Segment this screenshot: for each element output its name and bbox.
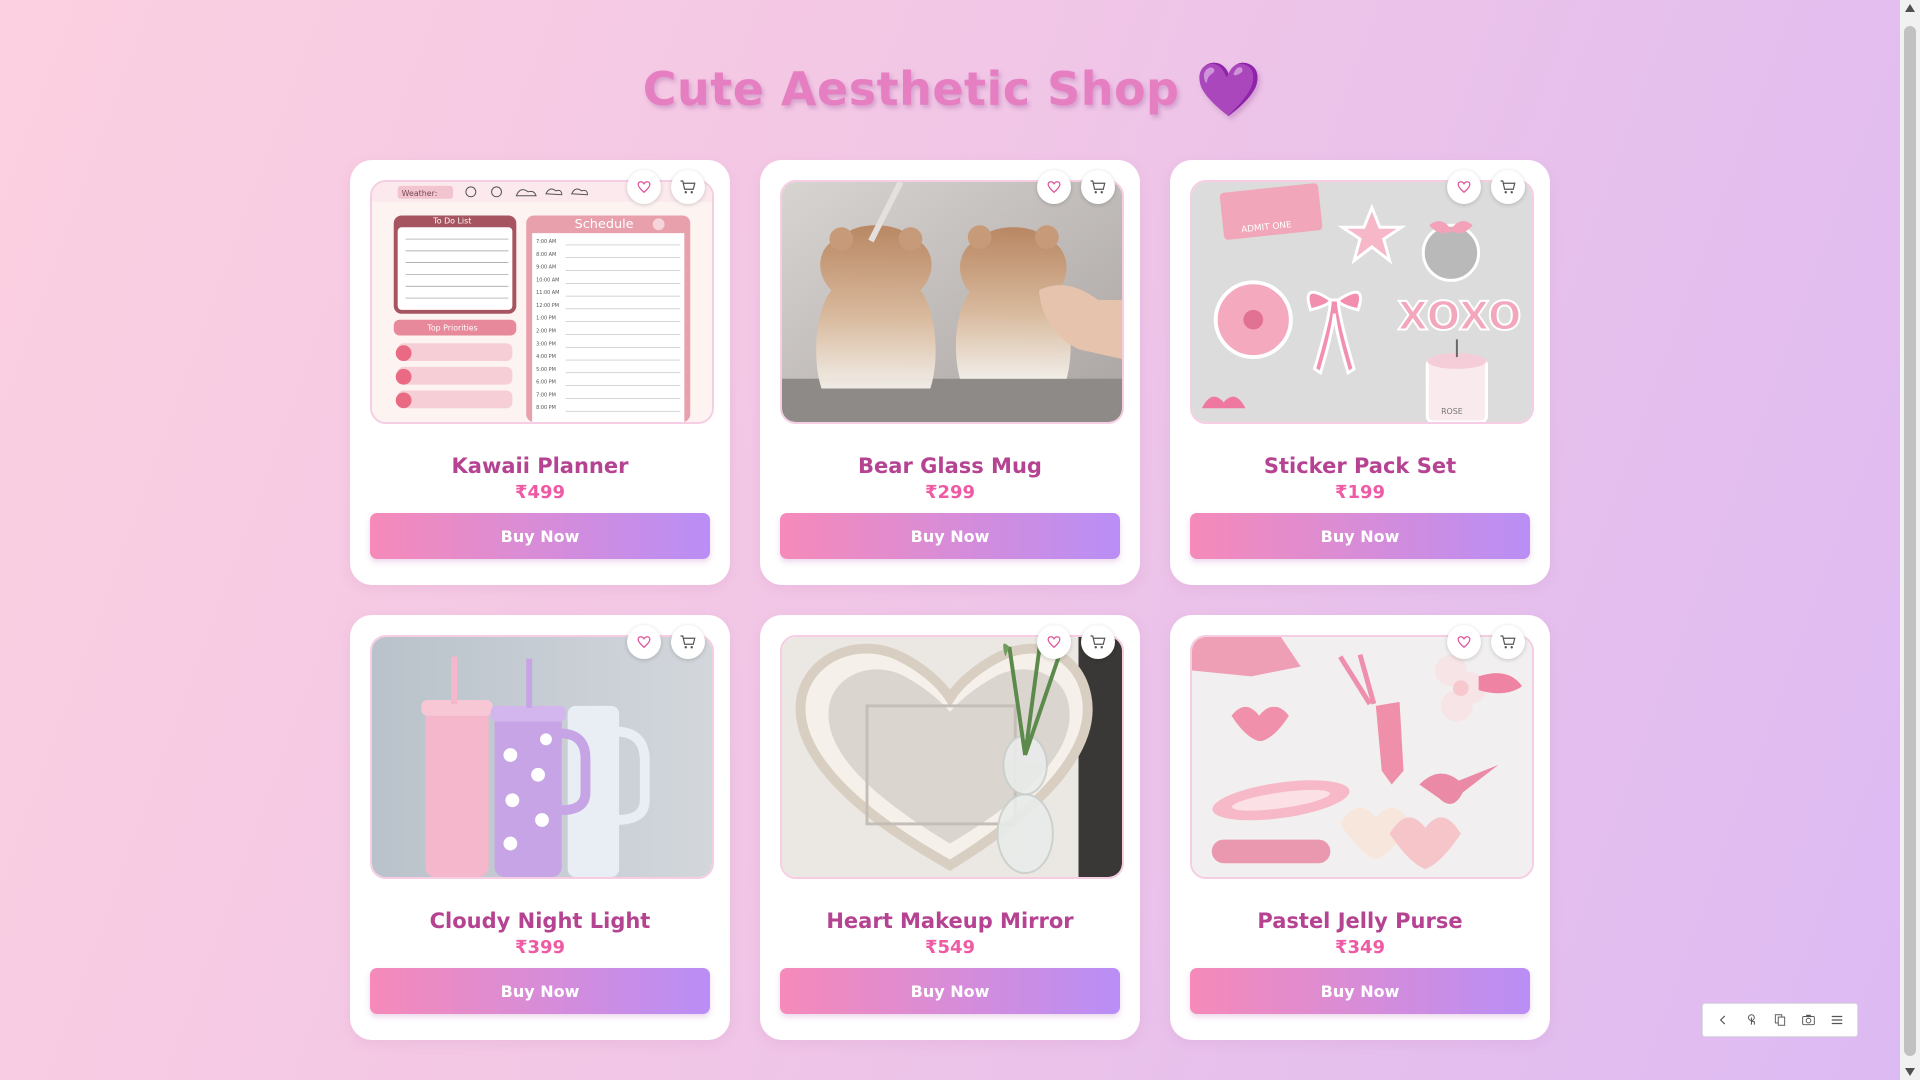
add-to-cart-button[interactable] <box>1081 625 1115 659</box>
planner-time-label: 5:00 PM <box>536 367 556 373</box>
heart-makeup-mirror-image[interactable] <box>780 635 1124 879</box>
sticker-pack-image[interactable]: ADMIT ONE XOXO ROSE <box>1190 180 1534 424</box>
scroll-up-icon[interactable] <box>1905 4 1915 12</box>
planner-time-label: 7:00 AM <box>536 239 556 245</box>
product-price: ₹199 <box>1334 482 1386 503</box>
cart-icon <box>1090 180 1106 194</box>
cart-icon <box>1500 180 1516 194</box>
page-title-text: Cute Aesthetic Shop <box>642 62 1180 116</box>
planner-time-label: 12:00 PM <box>536 303 559 309</box>
planner-time-label: 2:00 PM <box>536 329 556 335</box>
heart-outline-icon <box>1047 181 1061 194</box>
planner-time-label: 8:00 AM <box>536 252 556 258</box>
product-name: Bear Glass Mug <box>858 454 1042 478</box>
page-title: Cute Aesthetic Shop 💜 <box>0 58 1900 120</box>
buy-now-button[interactable]: Buy Now <box>780 968 1120 1014</box>
bear-glass-mug-image[interactable] <box>780 180 1124 424</box>
product-name: Pastel Jelly Purse <box>1257 909 1463 933</box>
floating-toolbar <box>1702 1003 1858 1037</box>
product-card: Heart Makeup Mirror ₹549 Buy Now <box>760 615 1140 1040</box>
heart-outline-icon <box>637 181 651 194</box>
product-card: Cloudy Night Light ₹399 Buy Now <box>350 615 730 1040</box>
add-to-wishlist-button[interactable] <box>1447 625 1481 659</box>
buy-now-button[interactable]: Buy Now <box>780 513 1120 559</box>
sticker-xoxo-text: XOXO <box>1398 294 1522 340</box>
add-to-wishlist-button[interactable] <box>627 170 661 204</box>
planner-time-label: 6:00 PM <box>536 380 556 386</box>
product-price: ₹399 <box>514 937 566 958</box>
planner-time-label: 7:00 PM <box>536 392 556 398</box>
scrollbar-thumb[interactable] <box>1904 26 1916 1056</box>
product-card: Pastel Jelly Purse ₹349 Buy Now <box>1170 615 1550 1040</box>
product-card: Bear Glass Mug ₹299 Buy Now <box>760 160 1140 585</box>
add-to-wishlist-button[interactable] <box>627 625 661 659</box>
vertical-scrollbar[interactable] <box>1900 0 1920 1080</box>
kawaii-planner-image[interactable]: Weather: To Do List Top Priorities Sched… <box>370 180 714 424</box>
buy-now-button[interactable]: Buy Now <box>370 968 710 1014</box>
cart-icon <box>1090 635 1106 649</box>
add-to-wishlist-button[interactable] <box>1037 170 1071 204</box>
planner-time-label: 8:00 PM <box>536 405 556 411</box>
planner-weather-text: Weather: <box>402 189 438 198</box>
buy-now-button[interactable]: Buy Now <box>1190 513 1530 559</box>
product-price: ₹349 <box>1334 937 1386 958</box>
add-to-wishlist-button[interactable] <box>1037 625 1071 659</box>
touch-icon[interactable] <box>1741 1009 1763 1031</box>
pastel-jelly-purse-image[interactable] <box>1190 635 1534 879</box>
product-name: Cloudy Night Light <box>429 909 651 933</box>
planner-todo-text: To Do List <box>432 216 471 225</box>
scroll-down-icon[interactable] <box>1905 1068 1915 1076</box>
add-to-wishlist-button[interactable] <box>1447 170 1481 204</box>
product-card: ADMIT ONE XOXO ROSE Sticker Pack Set ₹19 <box>1170 160 1550 585</box>
planner-time-label: 10:00 AM <box>536 277 559 283</box>
product-price: ₹499 <box>514 482 566 503</box>
product-name: Heart Makeup Mirror <box>826 909 1074 933</box>
product-price: ₹549 <box>924 937 976 958</box>
add-to-cart-button[interactable] <box>671 170 705 204</box>
cloudy-night-light-image[interactable] <box>370 635 714 879</box>
add-to-cart-button[interactable] <box>1491 170 1525 204</box>
back-icon[interactable] <box>1712 1009 1734 1031</box>
cart-icon <box>1500 635 1516 649</box>
add-to-cart-button[interactable] <box>1081 170 1115 204</box>
planner-time-label: 11:00 AM <box>536 290 559 296</box>
planner-priorities-text: Top Priorities <box>426 324 477 333</box>
planner-schedule-text: Schedule <box>575 217 634 232</box>
product-name: Sticker Pack Set <box>1263 454 1457 478</box>
heart-outline-icon <box>1047 636 1061 649</box>
cart-icon <box>680 180 696 194</box>
product-card: Weather: To Do List Top Priorities Sched… <box>350 160 730 585</box>
product-price: ₹299 <box>924 482 976 503</box>
purple-heart-icon: 💜 <box>1195 57 1262 120</box>
product-name: Kawaii Planner <box>451 454 629 478</box>
cart-icon <box>680 635 696 649</box>
sticker-candle-text: ROSE <box>1441 407 1463 416</box>
buy-now-button[interactable]: Buy Now <box>370 513 710 559</box>
heart-outline-icon <box>1457 181 1471 194</box>
planner-time-label: 1:00 PM <box>536 316 556 322</box>
add-to-cart-button[interactable] <box>671 625 705 659</box>
menu-icon[interactable] <box>1826 1009 1848 1031</box>
heart-outline-icon <box>1457 636 1471 649</box>
heart-outline-icon <box>637 636 651 649</box>
add-to-cart-button[interactable] <box>1491 625 1525 659</box>
planner-time-label: 9:00 AM <box>536 265 556 271</box>
product-grid: Weather: To Do List Top Priorities Sched… <box>350 160 1550 1040</box>
planner-time-label: 3:00 PM <box>536 341 556 347</box>
buy-now-button[interactable]: Buy Now <box>1190 968 1530 1014</box>
planner-time-label: 4:00 PM <box>536 354 556 360</box>
camera-icon[interactable] <box>1797 1009 1819 1031</box>
copy-icon[interactable] <box>1769 1009 1791 1031</box>
